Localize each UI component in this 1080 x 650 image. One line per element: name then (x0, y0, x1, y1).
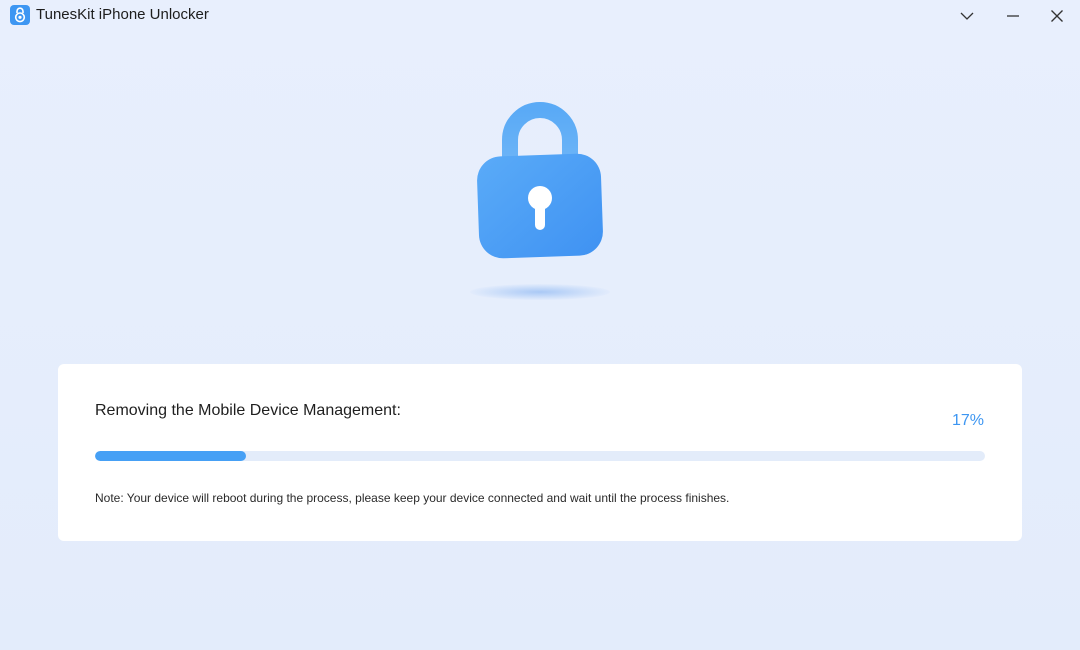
progress-percent: 17% (951, 412, 984, 429)
close-button[interactable] (1034, 0, 1080, 32)
chevron-down-icon (960, 12, 974, 20)
minimize-icon (1007, 15, 1019, 17)
close-icon (1051, 10, 1063, 22)
progress-bar-fill (95, 451, 247, 461)
progress-note: Note: Your device will reboot during the… (95, 491, 730, 505)
app-window: TunesKit iPhone Unlocker Removing the Mo… (0, 0, 1080, 650)
minimize-button[interactable] (990, 0, 1036, 32)
window-title: TunesKit iPhone Unlocker (36, 6, 209, 23)
progress-bar (95, 451, 985, 461)
lock-illustration (460, 100, 620, 310)
app-logo-icon (10, 5, 30, 25)
lock-shadow (470, 284, 610, 300)
menu-button[interactable] (944, 0, 990, 32)
progress-card: Removing the Mobile Device Management: 1… (58, 364, 1022, 541)
title-bar[interactable]: TunesKit iPhone Unlocker (0, 0, 1080, 32)
lock-icon (477, 102, 603, 259)
progress-status-label: Removing the Mobile Device Management: (95, 402, 401, 419)
